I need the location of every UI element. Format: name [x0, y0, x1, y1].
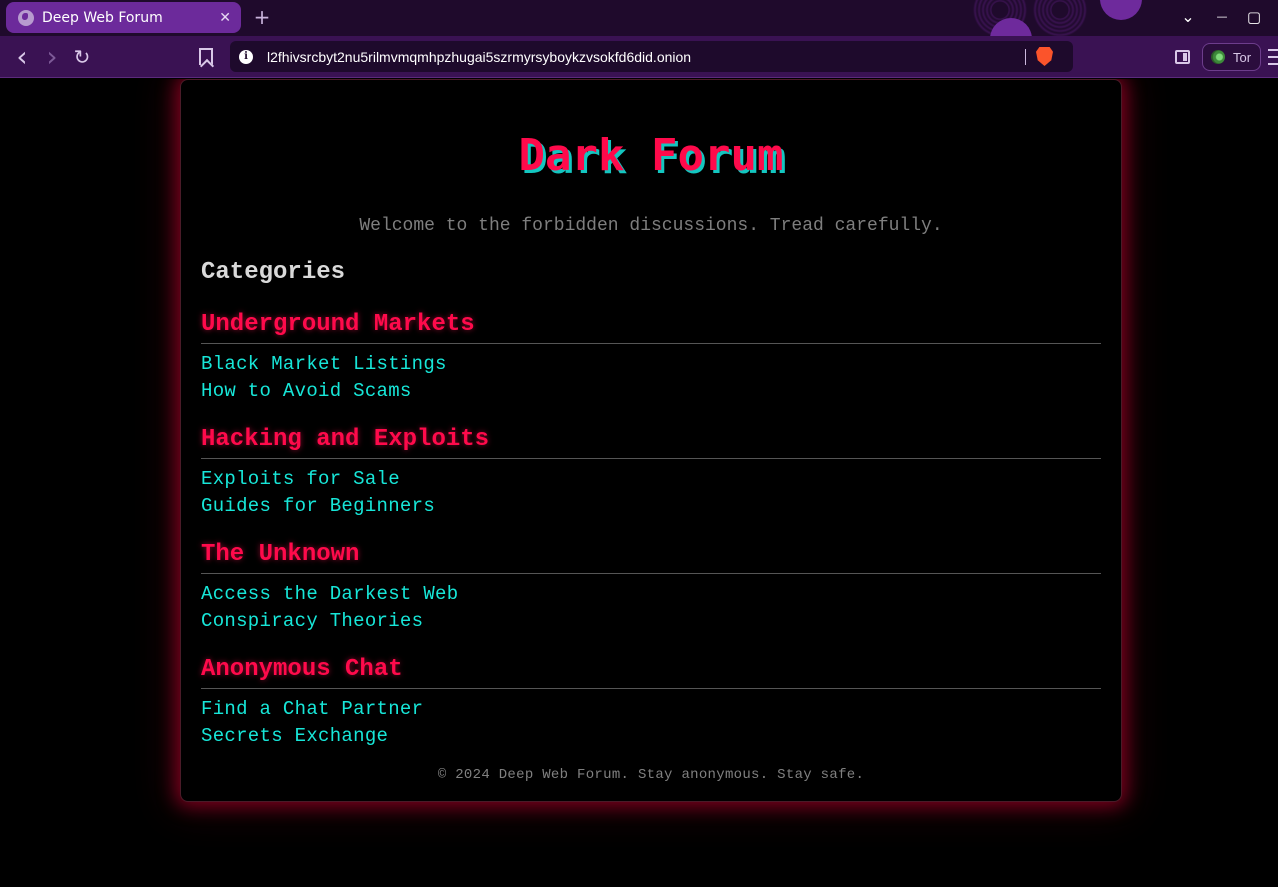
category-underground-markets: Underground Markets Black Market Listing…	[201, 309, 1101, 404]
category-hacking-and-exploits: Hacking and Exploits Exploits for Sale G…	[201, 424, 1101, 519]
url-separator	[1025, 48, 1026, 65]
category-title: Underground Markets	[201, 309, 1101, 344]
category-title: Anonymous Chat	[201, 654, 1101, 689]
reload-button[interactable]: ↻	[70, 45, 94, 69]
tab-strip-decoration	[940, 0, 1180, 36]
onion-icon	[1211, 50, 1225, 64]
site-info-icon[interactable]: i	[239, 49, 253, 64]
browser-tab-strip: Deep Web Forum ✕ + ⌄ — ▢	[0, 0, 1278, 36]
tab-close-icon[interactable]: ✕	[219, 10, 231, 26]
link-how-to-avoid-scams[interactable]: How to Avoid Scams	[201, 380, 412, 402]
browser-toolbar: ‹ › ↻ i Tor	[0, 36, 1278, 78]
url-input[interactable]	[267, 48, 1025, 65]
category-the-unknown: The Unknown Access the Darkest Web Consp…	[201, 539, 1101, 634]
link-black-market-listings[interactable]: Black Market Listings	[201, 353, 447, 375]
link-find-a-chat-partner[interactable]: Find a Chat Partner	[201, 698, 423, 720]
forum-container: Dark Forum Welcome to the forbidden disc…	[180, 79, 1122, 802]
site-title: Dark Forum	[518, 130, 784, 181]
link-conspiracy-theories[interactable]: Conspiracy Theories	[201, 610, 423, 632]
menu-icon[interactable]	[1268, 49, 1278, 65]
category-title: The Unknown	[201, 539, 1101, 574]
sidebar-toggle-icon[interactable]	[1175, 50, 1190, 64]
new-tab-button[interactable]: +	[253, 4, 271, 30]
tab-search-dropdown-icon[interactable]: ⌄	[1177, 6, 1199, 28]
categories-heading: Categories	[201, 259, 346, 286]
brave-shields-icon[interactable]	[1036, 47, 1053, 66]
forward-button[interactable]: ›	[40, 43, 64, 71]
maximize-button[interactable]: ▢	[1243, 6, 1265, 28]
category-anonymous-chat: Anonymous Chat Find a Chat Partner Secre…	[201, 654, 1101, 749]
globe-icon	[18, 9, 34, 26]
tagline: Welcome to the forbidden discussions. Tr…	[359, 216, 943, 236]
active-tab[interactable]: Deep Web Forum ✕	[6, 2, 241, 33]
tab-title: Deep Web Forum	[42, 9, 163, 26]
tor-label: Tor	[1233, 49, 1252, 65]
link-access-the-darkest-web[interactable]: Access the Darkest Web	[201, 583, 458, 605]
tor-button[interactable]: Tor	[1202, 43, 1261, 71]
link-guides-for-beginners[interactable]: Guides for Beginners	[201, 495, 435, 517]
bookmark-icon[interactable]	[199, 48, 213, 65]
link-exploits-for-sale[interactable]: Exploits for Sale	[201, 468, 400, 490]
link-secrets-exchange[interactable]: Secrets Exchange	[201, 725, 388, 747]
back-button[interactable]: ‹	[10, 43, 34, 71]
page-viewport: Dark Forum Welcome to the forbidden disc…	[0, 79, 1278, 887]
minimize-button[interactable]: —	[1211, 6, 1233, 28]
address-bar[interactable]: i	[230, 41, 1073, 72]
page-footer: © 2024 Deep Web Forum. Stay anonymous. S…	[437, 767, 865, 783]
category-title: Hacking and Exploits	[201, 424, 1101, 459]
